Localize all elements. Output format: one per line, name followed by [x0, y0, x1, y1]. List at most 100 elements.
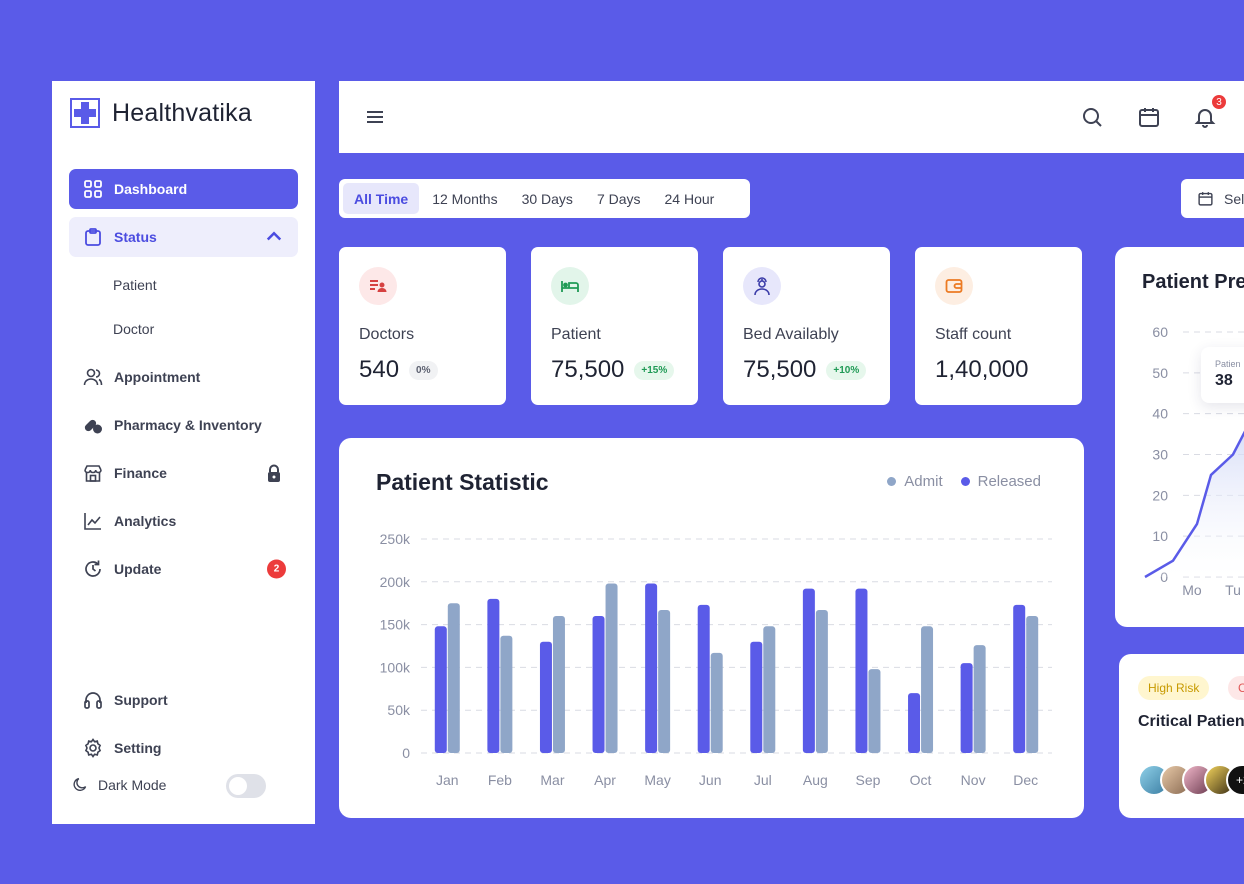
bar-released — [697, 604, 710, 753]
chart-title: Patient Pre — [1142, 271, 1244, 293]
y-tick-label: 40 — [1152, 406, 1168, 422]
dark-mode-toggle[interactable] — [226, 774, 266, 798]
chart-legend: Admit Released — [887, 473, 1041, 490]
sidebar-subitem-patient[interactable]: Patient — [113, 277, 157, 293]
topbar: 3 — [339, 81, 1244, 153]
bar-admit — [552, 616, 565, 753]
avatar-group[interactable]: +250 — [1138, 764, 1244, 796]
stat-card-staff-count[interactable]: Staff count 1,40,000 — [915, 247, 1082, 405]
legend-item-admit[interactable]: Admit — [887, 473, 943, 490]
store-icon — [84, 465, 102, 482]
hamburger-menu-icon[interactable] — [363, 105, 387, 129]
toggle-knob — [229, 777, 247, 795]
y-tick-label: 30 — [1152, 447, 1168, 463]
wallet-icon — [935, 267, 973, 305]
high-risk-badge: High Risk — [1138, 676, 1210, 700]
x-tick-label: Jul — [754, 772, 772, 788]
refresh-icon — [85, 560, 101, 577]
sidebar-item-analytics[interactable]: Analytics — [69, 501, 298, 541]
brand[interactable]: Healthvatika — [70, 98, 252, 128]
doctor-id-icon — [359, 267, 397, 305]
tooltip-label: Patien — [1215, 359, 1241, 369]
filter-24-hour[interactable]: 24 Hour — [654, 183, 726, 214]
legend-label: Released — [977, 473, 1041, 490]
bar-admit — [710, 652, 723, 753]
bar-admit — [658, 610, 671, 753]
lock-icon — [264, 463, 284, 483]
calendar-icon[interactable] — [1137, 105, 1161, 129]
sidebar-item-label: Finance — [114, 465, 167, 481]
x-tick-label: Jan — [436, 772, 459, 788]
bar-released — [908, 693, 921, 753]
x-tick-label: Nov — [961, 772, 986, 788]
stat-card-patient[interactable]: Patient 75,500 +15% — [531, 247, 698, 405]
sidebar-item-label: Support — [114, 692, 168, 708]
nurse-icon — [743, 267, 781, 305]
x-tick-label: Mar — [540, 772, 564, 788]
grid-icon — [84, 180, 102, 198]
stat-change-badge: +15% — [634, 360, 675, 380]
bar-admit — [500, 635, 513, 753]
stat-label: Staff count — [935, 326, 1012, 343]
x-tick-label: Apr — [594, 772, 616, 788]
y-tick-label: 50k — [387, 702, 411, 718]
sidebar-item-update[interactable]: Update 2 — [69, 549, 298, 589]
users-icon — [83, 368, 103, 386]
stat-label: Bed Availably — [743, 326, 839, 343]
stat-value: 1,40,000 — [935, 356, 1029, 383]
date-select-button[interactable]: Sel — [1181, 179, 1244, 218]
bar-released — [1013, 604, 1026, 753]
x-tick-label: Tu — [1225, 582, 1241, 598]
sidebar-item-setting[interactable]: Setting — [69, 728, 298, 768]
medical-cross-logo-icon — [70, 98, 100, 128]
y-tick-label: 200k — [380, 574, 411, 590]
sidebar-item-finance[interactable]: Finance — [69, 453, 298, 493]
filter-12-months[interactable]: 12 Months — [421, 183, 508, 214]
sidebar-item-dashboard[interactable]: Dashboard — [69, 169, 298, 209]
sidebar-item-status[interactable]: Status — [69, 217, 298, 257]
x-tick-label: Mo — [1182, 582, 1202, 598]
chart-title: Patient Statistic — [376, 469, 549, 495]
pills-icon — [84, 419, 102, 434]
stat-change-badge: 0% — [409, 360, 438, 380]
legend-item-released[interactable]: Released — [960, 473, 1041, 490]
calendar-icon — [1198, 192, 1213, 206]
y-tick-label: 50 — [1152, 365, 1168, 381]
sidebar-item-support[interactable]: Support — [69, 680, 298, 720]
sidebar-item-pharmacy[interactable]: Pharmacy & Inventory — [69, 405, 298, 445]
x-tick-label: Aug — [803, 772, 828, 788]
y-tick-label: 100k — [380, 659, 411, 675]
legend-label: Admit — [904, 473, 943, 490]
stat-card-bed-availably[interactable]: Bed Availably 75,500 +10% — [723, 247, 890, 405]
critical-patients-card[interactable]: High Risk C Critical Patien +250 — [1119, 654, 1244, 818]
filter-30-days[interactable]: 30 Days — [511, 183, 584, 214]
dark-mode-label: Dark Mode — [98, 776, 167, 793]
sidebar-item-appointment[interactable]: Appointment — [69, 357, 298, 397]
sidebar-item-label: Pharmacy & Inventory — [114, 417, 262, 433]
bar-admit — [815, 610, 828, 753]
filter-7-days[interactable]: 7 Days — [586, 183, 652, 214]
line-chart-icon — [84, 513, 101, 530]
headset-icon — [84, 692, 102, 709]
stat-card-doctors[interactable]: Doctors 540 0% — [339, 247, 506, 405]
bar-released — [960, 663, 973, 753]
bar-released — [645, 583, 658, 753]
bar-released — [539, 641, 552, 753]
stat-label: Doctors — [359, 326, 415, 343]
x-tick-label: Dec — [1013, 772, 1038, 788]
bar-released — [802, 588, 815, 753]
sidebar-item-label: Dashboard — [114, 181, 188, 197]
sidebar-item-label: Update — [114, 561, 162, 577]
y-tick-label: 20 — [1152, 487, 1168, 503]
stat-value: 540 — [359, 356, 400, 383]
sidebar-subitem-doctor[interactable]: Doctor — [113, 321, 154, 337]
sidebar-item-label: Appointment — [114, 369, 201, 385]
filter-all-time[interactable]: All Time — [343, 183, 420, 214]
chart-tooltip: Patien 38 — [1201, 347, 1244, 403]
chevron-up-icon[interactable] — [264, 227, 284, 247]
critical-title: Critical Patien — [1138, 713, 1244, 730]
bar-released — [487, 598, 500, 753]
search-icon[interactable] — [1080, 105, 1104, 129]
bar-released — [855, 588, 868, 753]
legend-dot — [960, 477, 970, 486]
